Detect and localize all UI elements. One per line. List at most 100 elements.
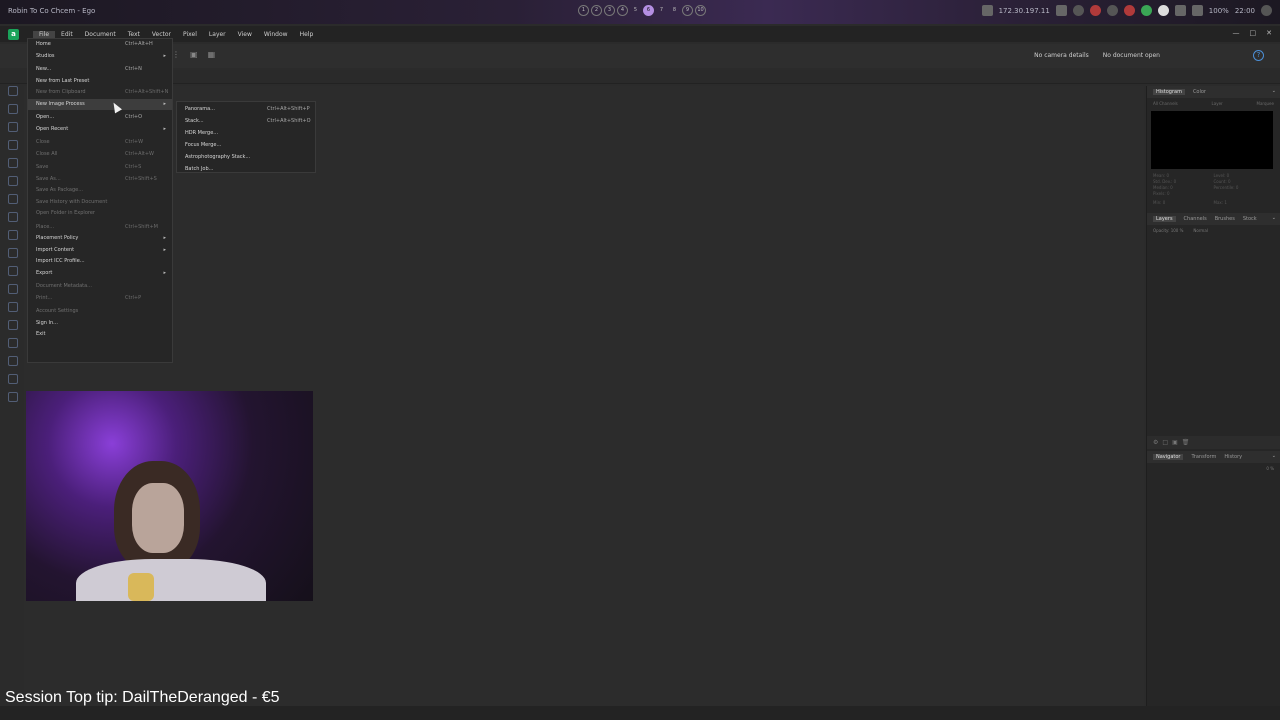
tab-history[interactable]: History bbox=[1224, 454, 1242, 460]
tab-histogram[interactable]: Histogram bbox=[1153, 89, 1185, 95]
submenu-item-stack[interactable]: Stack... Ctrl+Alt+Shift+O bbox=[177, 115, 315, 127]
workspace-10[interactable]: 10 bbox=[695, 5, 706, 16]
workspace-9[interactable]: 9 bbox=[682, 5, 693, 16]
screen-icon[interactable] bbox=[981, 5, 993, 16]
color-picker-icon[interactable] bbox=[8, 356, 18, 366]
record-icon[interactable] bbox=[1089, 5, 1101, 16]
pen-tool-icon[interactable] bbox=[8, 320, 18, 330]
menu-window[interactable]: Window bbox=[258, 31, 294, 38]
menu-item-new-image-process[interactable]: New Image Process ▸ bbox=[28, 98, 172, 110]
menu-item-new[interactable]: New... Ctrl+N bbox=[28, 64, 172, 76]
menu-layer[interactable]: Layer bbox=[203, 31, 232, 38]
workspace-5[interactable]: 5 bbox=[630, 5, 641, 16]
menu-item-save-as-package[interactable]: Save As Package... bbox=[28, 185, 172, 197]
channel-select[interactable]: All Channels bbox=[1153, 101, 1178, 106]
menu-item-export[interactable]: Export ▸ bbox=[28, 268, 172, 280]
tab-layers[interactable]: Layers bbox=[1153, 216, 1176, 222]
retouch-tool-icon[interactable] bbox=[8, 284, 18, 294]
erase-brush-icon[interactable] bbox=[8, 212, 18, 222]
fill-tool-icon[interactable] bbox=[8, 230, 18, 240]
menu-item-sign-in[interactable]: Sign In... bbox=[28, 318, 172, 330]
menu-item-close[interactable]: Close Ctrl+W bbox=[28, 137, 172, 149]
tab-brushes[interactable]: Brushes bbox=[1215, 216, 1235, 222]
zoom-tool-icon[interactable] bbox=[8, 374, 18, 384]
menu-item-place[interactable]: Place... Ctrl+Shift+M bbox=[28, 222, 172, 234]
workspace-8[interactable]: 8 bbox=[669, 5, 680, 16]
mute-icon[interactable] bbox=[1072, 5, 1084, 16]
menu-item-save-history-with-document[interactable]: Save History with Document bbox=[28, 197, 172, 209]
panel-menu-icon[interactable]: ⌄ bbox=[1272, 88, 1276, 94]
marquee-tool-icon[interactable] bbox=[8, 176, 18, 186]
menu-item-new-from-last-preset[interactable]: New from Last Preset bbox=[28, 76, 172, 88]
submenu-item-astrophotography-stack[interactable]: Astrophotography Stack... bbox=[177, 151, 315, 163]
submenu-item-focus-merge[interactable]: Focus Merge... bbox=[177, 139, 315, 151]
shape-tool-icon[interactable] bbox=[8, 302, 18, 312]
menu-item-document-metadata[interactable]: Document Metadata... bbox=[28, 281, 172, 293]
dodge-brush-icon[interactable] bbox=[8, 248, 18, 258]
menu-item-save[interactable]: Save Ctrl+S bbox=[28, 162, 172, 174]
menu-item-open-recent[interactable]: Open Recent ▸ bbox=[28, 124, 172, 136]
volume-icon[interactable] bbox=[1191, 5, 1203, 16]
view-tool-icon[interactable] bbox=[8, 104, 18, 114]
submenu-item-panorama[interactable]: Panorama... Ctrl+Alt+Shift+P bbox=[177, 103, 315, 115]
opacity-field[interactable]: Opacity: 100 % bbox=[1153, 228, 1183, 233]
menu-item-import-content[interactable]: Import Content ▸ bbox=[28, 245, 172, 257]
panel-menu-icon[interactable]: ⌄ bbox=[1272, 453, 1276, 459]
close-icon[interactable]: ✕ bbox=[1266, 29, 1272, 37]
submenu-item-hdr-merge[interactable]: HDR Merge... bbox=[177, 127, 315, 139]
workspace-1[interactable]: 1 bbox=[578, 5, 589, 16]
workspace-3[interactable]: 3 bbox=[604, 5, 615, 16]
menu-item-studios[interactable]: Studios ▸ bbox=[28, 51, 172, 63]
help-icon[interactable]: ? bbox=[1253, 50, 1264, 61]
telegram-icon[interactable] bbox=[1157, 5, 1169, 16]
menu-vector[interactable]: Vector bbox=[146, 31, 177, 38]
power-icon[interactable] bbox=[1261, 5, 1272, 16]
menu-item-open-folder-in-explorer[interactable]: Open Folder in Explorer bbox=[28, 208, 172, 220]
panel-menu-icon[interactable]: ⌄ bbox=[1272, 215, 1276, 221]
more-tools-icon[interactable] bbox=[8, 392, 18, 402]
paint-brush-icon[interactable] bbox=[8, 194, 18, 204]
workspace-6[interactable]: 6 bbox=[643, 5, 654, 16]
menu-item-open[interactable]: Open... Ctrl+O bbox=[28, 112, 172, 124]
maximize-icon[interactable]: □ bbox=[1250, 29, 1257, 37]
obs-icon[interactable] bbox=[1123, 5, 1135, 16]
menu-item-new-from-clipboard[interactable]: New from Clipboard Ctrl+Alt+Shift+N bbox=[28, 87, 172, 99]
workspace-2[interactable]: 2 bbox=[591, 5, 602, 16]
network-icon[interactable] bbox=[1174, 5, 1186, 16]
source-select[interactable]: Layer bbox=[1212, 101, 1223, 106]
tab-color[interactable]: Color bbox=[1193, 89, 1206, 95]
selection-brush-icon[interactable] bbox=[8, 140, 18, 150]
delete-layer-icon[interactable]: 🗑 bbox=[1182, 439, 1190, 446]
menu-document[interactable]: Document bbox=[79, 31, 122, 38]
minimize-icon[interactable]: — bbox=[1233, 29, 1240, 37]
spotify-icon[interactable] bbox=[1140, 5, 1152, 16]
tab-transform[interactable]: Transform bbox=[1191, 454, 1216, 460]
crop-tool-icon[interactable] bbox=[8, 122, 18, 132]
menu-pixel[interactable]: Pixel bbox=[177, 31, 203, 38]
tab-navigator[interactable]: Navigator bbox=[1153, 454, 1184, 460]
text-tool-icon[interactable] bbox=[8, 338, 18, 348]
blend-mode-select[interactable]: Normal bbox=[1193, 228, 1207, 233]
menu-file[interactable]: File bbox=[33, 30, 56, 38]
menu-item-home[interactable]: Home Ctrl+Alt+H bbox=[28, 39, 172, 51]
zoom-value[interactable]: 0 % bbox=[1266, 466, 1274, 471]
menu-text[interactable]: Text bbox=[122, 31, 146, 38]
menu-item-close-all[interactable]: Close All Ctrl+Alt+W bbox=[28, 149, 172, 161]
menu-view[interactable]: View bbox=[232, 31, 258, 38]
menu-item-save-as[interactable]: Save As... Ctrl+Shift+S bbox=[28, 174, 172, 186]
mask-icon[interactable]: ▣ bbox=[1172, 439, 1178, 446]
tab-channels[interactable]: Channels bbox=[1184, 216, 1207, 222]
menu-help[interactable]: Help bbox=[294, 31, 320, 38]
arrange-icon[interactable]: ▣ bbox=[190, 50, 198, 59]
more-icon[interactable]: ⋮ bbox=[172, 50, 180, 59]
menu-item-import-icc-profile[interactable]: Import ICC Profile... bbox=[28, 256, 172, 268]
clipboard-icon[interactable] bbox=[1055, 5, 1067, 16]
submenu-item-batch-job[interactable]: Batch Job... bbox=[177, 163, 315, 175]
menu-item-placement-policy[interactable]: Placement Policy ▸ bbox=[28, 233, 172, 245]
menu-edit[interactable]: Edit bbox=[55, 31, 79, 38]
menu-item-account-settings[interactable]: Account Settings bbox=[28, 306, 172, 318]
snapping-icon[interactable]: ▦ bbox=[208, 50, 216, 59]
clone-brush-icon[interactable] bbox=[8, 266, 18, 276]
menu-item-exit[interactable]: Exit bbox=[28, 329, 172, 341]
add-layer-icon[interactable]: □ bbox=[1162, 439, 1168, 446]
